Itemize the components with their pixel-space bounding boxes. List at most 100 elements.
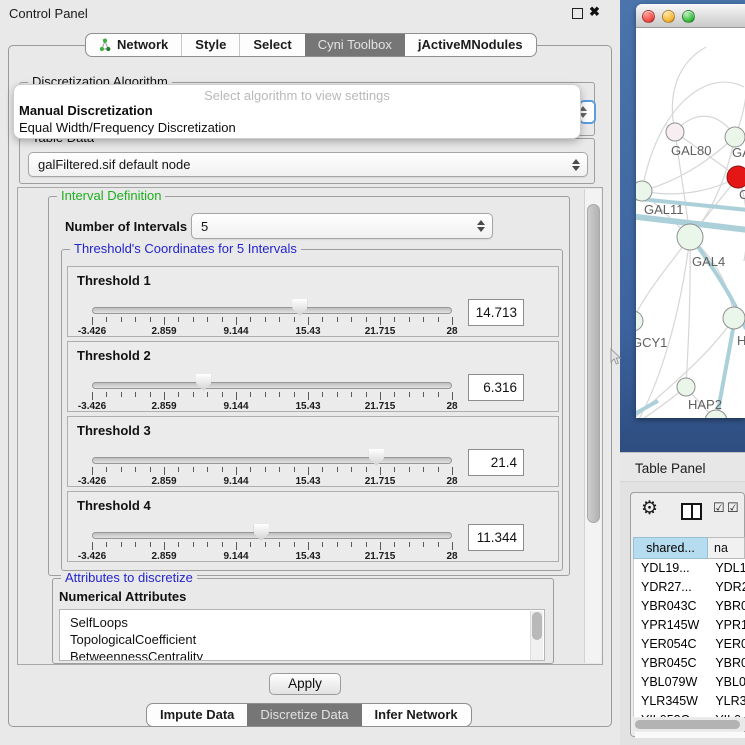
cell-shared-name[interactable]: YDL19... <box>634 559 708 578</box>
number-of-intervals-combobox[interactable]: 5 <box>191 213 493 239</box>
table-row[interactable]: YBR043CYBR0 <box>634 597 745 616</box>
column-header-name[interactable]: na <box>708 537 745 559</box>
threshold-4-slider-track[interactable] <box>92 532 452 539</box>
table-row[interactable]: YER054CYER0 <box>634 635 745 654</box>
cell-shared-name[interactable]: YDR27... <box>634 578 708 597</box>
numerical-attributes-list[interactable]: SelfLoopsTopologicalCoefficientBetweenne… <box>59 609 545 661</box>
table-row[interactable]: YLR345WYLR3 <box>634 692 745 711</box>
cell-shared-name[interactable]: YBL079W <box>634 673 708 692</box>
tab-cyni-toolbox[interactable]: Cyni Toolbox <box>305 34 405 56</box>
algorithm-popup-prompt: Select algorithm to view settings <box>14 85 580 102</box>
cell-name[interactable]: YBL0 <box>708 673 745 692</box>
node-red-selected[interactable] <box>727 166 745 188</box>
threshold-3-label: Threshold 3 <box>77 423 151 438</box>
tick-label: 2.859 <box>151 476 176 487</box>
tab-select[interactable]: Select <box>239 34 304 56</box>
algorithm-option-equal-width[interactable]: Equal Width/Frequency Discretization <box>14 119 580 136</box>
cell-name[interactable]: YDR2 <box>708 578 745 597</box>
algorithm-combobox-focus-ring[interactable] <box>579 100 596 124</box>
horizontal-scrollbar-thumb[interactable] <box>635 720 740 729</box>
algorithm-option-manual[interactable]: Manual Discretization <box>14 102 580 119</box>
threshold-2-slider-track[interactable] <box>92 382 452 389</box>
zoom-traffic-light-icon[interactable] <box>682 10 695 23</box>
table-row[interactable]: YDL19...YDL1 <box>634 559 745 578</box>
node-h[interactable] <box>723 307 745 329</box>
cell-name[interactable]: YLR3 <box>708 692 745 711</box>
list-scrollbar-thumb[interactable] <box>532 612 542 640</box>
thresholds-group-title: Threshold's Coordinates for 5 Intervals <box>70 242 301 256</box>
tick-label: -3.426 <box>78 401 106 412</box>
tick-label: 21.715 <box>365 476 396 487</box>
node-gal80[interactable] <box>666 123 684 141</box>
cell-name[interactable]: YER0 <box>708 635 745 654</box>
vertical-scrollbar-thumb[interactable] <box>587 204 600 523</box>
cell-name[interactable]: YIL0 <box>708 711 745 717</box>
threshold-2-value-field[interactable]: 6.316 <box>468 374 524 401</box>
node-top-right[interactable] <box>725 127 745 147</box>
table-row[interactable]: YBL079WYBL0 <box>634 673 745 692</box>
threshold-1-panel: Threshold 1-3.4262.8599.14415.4321.71528… <box>67 266 559 337</box>
list-scrollbar[interactable] <box>530 611 543 661</box>
node-label-partial-c: C <box>739 187 745 202</box>
table-data-group: Table Data galFiltered.sif default node <box>19 138 595 184</box>
cell-shared-name[interactable]: YBR045C <box>634 654 708 673</box>
cell-shared-name[interactable]: YPR145W <box>634 616 708 635</box>
close-icon[interactable]: ✖ <box>589 4 600 20</box>
number-of-intervals-label: Number of Intervals <box>65 219 187 234</box>
tab-label: Infer Network <box>375 704 458 726</box>
tab-jactivemnodules[interactable]: jActiveMNodules <box>405 34 536 56</box>
cell-shared-name[interactable]: YER054C <box>634 635 708 654</box>
gear-icon[interactable]: ⚙ <box>641 499 658 518</box>
table-row[interactable]: YIL053CYIL0 <box>634 711 745 717</box>
tab-discretize-data[interactable]: Discretize Data <box>247 704 361 726</box>
tab-network[interactable]: Network <box>86 34 181 56</box>
node-gal4[interactable] <box>677 224 703 250</box>
close-traffic-light-icon[interactable] <box>642 10 655 23</box>
attribute-item-topologicalcoefficient[interactable]: TopologicalCoefficient <box>60 631 544 648</box>
threshold-4-value-field[interactable]: 11.344 <box>468 524 524 551</box>
threshold-3-value-field[interactable]: 21.4 <box>468 449 524 476</box>
tab-style[interactable]: Style <box>181 34 239 56</box>
tick-label: 15.43 <box>295 401 320 412</box>
node-label-gcy1: GCY1 <box>636 335 667 350</box>
float-window-icon[interactable] <box>572 8 583 19</box>
cell-shared-name[interactable]: YLR345W <box>634 692 708 711</box>
column-header-shared-name[interactable]: shared... <box>633 537 708 559</box>
settings-scroll-pane: Interval Definition Number of Intervals … <box>17 187 603 665</box>
cell-name[interactable]: YBR0 <box>708 654 745 673</box>
apply-button[interactable]: Apply <box>269 673 341 695</box>
cell-shared-name[interactable]: YBR043C <box>634 597 708 616</box>
horizontal-scrollbar[interactable] <box>633 718 745 731</box>
vertical-scrollbar[interactable] <box>584 189 601 663</box>
number-of-intervals-value: 5 <box>201 219 208 234</box>
node-gal11[interactable] <box>636 181 652 201</box>
tab-label: jActiveMNodules <box>418 34 523 56</box>
checkbox-checked-icon[interactable]: ☑ <box>727 500 739 516</box>
table-footer <box>635 732 745 738</box>
table-row[interactable]: YBR045CYBR0 <box>634 654 745 673</box>
table-row[interactable]: YDR27...YDR2 <box>634 578 745 597</box>
threshold-1-slider-track[interactable] <box>92 307 452 314</box>
network-view: GAL80 GA GAL11 GAL4 GCY1 H HAP2 C <box>620 0 745 452</box>
cell-name[interactable]: YBR0 <box>708 597 745 616</box>
cyni-toolbox-panel: Discretization Algorithm Select algorith… <box>8 45 612 727</box>
cell-name[interactable]: YPR1 <box>708 616 745 635</box>
threshold-1-label: Threshold 1 <box>77 273 151 288</box>
node-hap2[interactable] <box>677 378 695 396</box>
attribute-item-selfloops[interactable]: SelfLoops <box>60 614 544 631</box>
threshold-1-value-field[interactable]: 14.713 <box>468 299 524 326</box>
minimize-traffic-light-icon[interactable] <box>662 10 675 23</box>
tab-impute-data[interactable]: Impute Data <box>147 704 247 726</box>
table-data-combobox[interactable]: galFiltered.sif default node <box>28 152 588 177</box>
network-canvas[interactable]: GAL80 GA GAL11 GAL4 GCY1 H HAP2 C <box>636 29 745 418</box>
attribute-item-betweennesscentrality[interactable]: BetweennessCentrality <box>60 648 544 661</box>
threshold-3-slider-track[interactable] <box>92 457 452 464</box>
checkbox-checked-icon[interactable]: ☑ <box>713 500 725 516</box>
cell-name[interactable]: YDL1 <box>708 559 745 578</box>
tab-infer-network[interactable]: Infer Network <box>362 704 471 726</box>
columns-icon[interactable] <box>681 503 702 520</box>
node-gcy1[interactable] <box>636 311 643 331</box>
network-window-titlebar[interactable] <box>636 4 745 28</box>
cell-shared-name[interactable]: YIL053C <box>634 711 708 717</box>
table-row[interactable]: YPR145WYPR1 <box>634 616 745 635</box>
